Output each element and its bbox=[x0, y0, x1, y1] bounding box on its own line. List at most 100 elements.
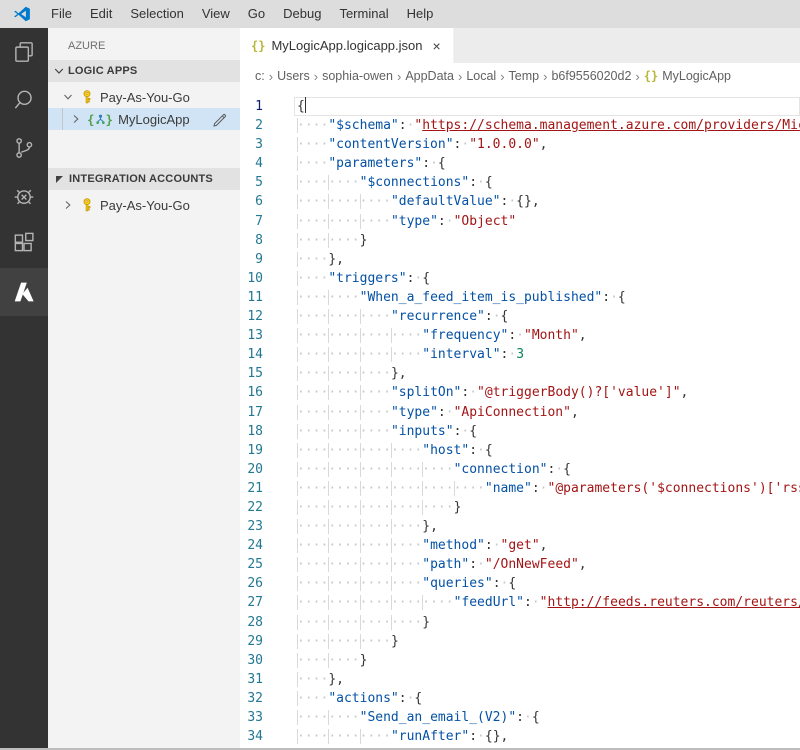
menu-help[interactable]: Help bbox=[398, 0, 443, 28]
breadcrumb-item[interactable]: AppData bbox=[405, 69, 454, 83]
line-number[interactable]: 32 bbox=[240, 689, 294, 708]
edit-pencil-icon[interactable] bbox=[211, 111, 227, 127]
code-line[interactable]: ························"name":·"@parame… bbox=[294, 479, 800, 498]
code-line[interactable]: ················"frequency":·"Month", bbox=[294, 326, 800, 345]
code-line[interactable]: ····················} bbox=[294, 498, 800, 517]
line-number[interactable]: 7 bbox=[240, 212, 294, 231]
code-line[interactable]: ········} bbox=[294, 651, 800, 670]
line-number[interactable]: 19 bbox=[240, 441, 294, 460]
line-number[interactable]: 8 bbox=[240, 231, 294, 250]
line-number[interactable]: 29 bbox=[240, 632, 294, 651]
line-number[interactable]: 5 bbox=[240, 173, 294, 192]
code-line[interactable]: { bbox=[294, 97, 800, 116]
menu-terminal[interactable]: Terminal bbox=[330, 0, 397, 28]
menu-file[interactable]: File bbox=[42, 0, 81, 28]
code-line[interactable]: ····"contentVersion":·"1.0.0.0", bbox=[294, 135, 800, 154]
azure-icon[interactable] bbox=[0, 268, 48, 316]
debug-icon[interactable] bbox=[0, 172, 48, 220]
explorer-icon[interactable] bbox=[0, 28, 48, 76]
line-number[interactable]: 30 bbox=[240, 651, 294, 670]
line-number[interactable]: 28 bbox=[240, 613, 294, 632]
tab-mylogicapp-json[interactable]: {} MyLogicApp.logicapp.json × bbox=[240, 28, 454, 63]
menu-edit[interactable]: Edit bbox=[81, 0, 121, 28]
code-line[interactable]: ················"interval":·3 bbox=[294, 345, 800, 364]
code-line[interactable]: ············"type":·"ApiConnection", bbox=[294, 403, 800, 422]
code-line[interactable]: ············"splitOn":·"@triggerBody()?[… bbox=[294, 383, 800, 402]
line-number[interactable]: 14 bbox=[240, 345, 294, 364]
code-line[interactable]: ····"$schema":·"https://schema.managemen… bbox=[294, 116, 800, 135]
code-line[interactable]: ················}, bbox=[294, 517, 800, 536]
line-number[interactable]: 4 bbox=[240, 154, 294, 173]
line-number[interactable]: 3 bbox=[240, 135, 294, 154]
code-line[interactable]: ················} bbox=[294, 613, 800, 632]
line-number[interactable]: 18 bbox=[240, 422, 294, 441]
line-number[interactable]: 26 bbox=[240, 574, 294, 593]
line-number[interactable]: 1 bbox=[240, 97, 294, 116]
code-line[interactable]: ····················"feedUrl":·"http://f… bbox=[294, 593, 800, 612]
line-number[interactable]: 16 bbox=[240, 383, 294, 402]
code-line[interactable]: ········"When_a_feed_item_is_published":… bbox=[294, 288, 800, 307]
line-number[interactable]: 22 bbox=[240, 498, 294, 517]
code-line[interactable]: ············"type":·"Object" bbox=[294, 212, 800, 231]
line-number[interactable]: 9 bbox=[240, 250, 294, 269]
breadcrumb-item[interactable]: c: bbox=[255, 69, 265, 83]
code-line[interactable]: ················"host":·{ bbox=[294, 441, 800, 460]
menu-go[interactable]: Go bbox=[239, 0, 274, 28]
line-number[interactable]: 33 bbox=[240, 708, 294, 727]
breadcrumb-item[interactable]: Users bbox=[277, 69, 310, 83]
line-number[interactable]: 12 bbox=[240, 307, 294, 326]
line-number[interactable]: 24 bbox=[240, 536, 294, 555]
line-number[interactable]: 20 bbox=[240, 460, 294, 479]
line-number[interactable]: 21 bbox=[240, 479, 294, 498]
line-number[interactable]: 6 bbox=[240, 192, 294, 211]
code-line[interactable]: ····}, bbox=[294, 670, 800, 689]
source-control-icon[interactable] bbox=[0, 124, 48, 172]
menu-debug[interactable]: Debug bbox=[274, 0, 330, 28]
breadcrumb-item[interactable]: Local bbox=[466, 69, 496, 83]
section-header-integration-accounts[interactable]: INTEGRATION ACCOUNTS bbox=[48, 168, 240, 190]
code-line[interactable]: ····················"connection":·{ bbox=[294, 460, 800, 479]
menu-selection[interactable]: Selection bbox=[121, 0, 192, 28]
line-number[interactable]: 34 bbox=[240, 727, 294, 746]
code-line[interactable]: ····}, bbox=[294, 250, 800, 269]
line-number[interactable]: 15 bbox=[240, 364, 294, 383]
code-line[interactable]: ················"queries":·{ bbox=[294, 574, 800, 593]
breadcrumb-item[interactable]: Temp bbox=[509, 69, 540, 83]
line-number[interactable]: 11 bbox=[240, 288, 294, 307]
breadcrumb-item[interactable]: sophia-owen bbox=[322, 69, 393, 83]
tree-item-subscription-integration[interactable]: Pay-As-You-Go bbox=[48, 194, 240, 216]
code-line[interactable]: ············"runAfter":·{}, bbox=[294, 727, 800, 746]
code-line[interactable]: ····"triggers":·{ bbox=[294, 269, 800, 288]
code-line[interactable]: ············"defaultValue":·{}, bbox=[294, 192, 800, 211]
breadcrumb-file[interactable]: MyLogicApp bbox=[662, 69, 731, 83]
line-number[interactable]: 25 bbox=[240, 555, 294, 574]
breadcrumb-item[interactable]: b6f9556020d2 bbox=[551, 69, 631, 83]
code-line[interactable]: ········"$connections":·{ bbox=[294, 173, 800, 192]
line-number[interactable]: 23 bbox=[240, 517, 294, 536]
code-line[interactable]: ········} bbox=[294, 231, 800, 250]
search-icon[interactable] bbox=[0, 76, 48, 124]
code-line[interactable]: ················"method":·"get", bbox=[294, 536, 800, 555]
code-line[interactable]: ················"path":·"/OnNewFeed", bbox=[294, 555, 800, 574]
code-content[interactable]: {····"$schema":·"https://schema.manageme… bbox=[294, 89, 800, 750]
menu-view[interactable]: View bbox=[193, 0, 239, 28]
tree-item-subscription-logic-apps[interactable]: Pay-As-You-Go bbox=[48, 86, 240, 108]
code-line[interactable]: ············"recurrence":·{ bbox=[294, 307, 800, 326]
line-number[interactable]: 10 bbox=[240, 269, 294, 288]
code-line[interactable]: ············"inputs":·{ bbox=[294, 422, 800, 441]
code-line[interactable]: ············}, bbox=[294, 364, 800, 383]
line-number[interactable]: 2 bbox=[240, 116, 294, 135]
line-number[interactable]: 31 bbox=[240, 670, 294, 689]
section-header-logic-apps[interactable]: LOGIC APPS bbox=[48, 60, 240, 82]
code-line[interactable]: ············} bbox=[294, 632, 800, 651]
code-line[interactable]: ····"actions":·{ bbox=[294, 689, 800, 708]
code-line[interactable]: ········"Send_an_email_(V2)":·{ bbox=[294, 708, 800, 727]
code-editor[interactable]: 1234567891011121314151617181920212223242… bbox=[240, 89, 800, 750]
code-line[interactable]: ····"parameters":·{ bbox=[294, 154, 800, 173]
tab-close-icon[interactable]: × bbox=[433, 39, 441, 53]
tree-item-mylogicapp[interactable]: { } MyLogicApp bbox=[48, 108, 240, 130]
line-number[interactable]: 17 bbox=[240, 403, 294, 422]
extensions-icon[interactable] bbox=[0, 220, 48, 268]
line-number[interactable]: 13 bbox=[240, 326, 294, 345]
line-number[interactable]: 27 bbox=[240, 593, 294, 612]
